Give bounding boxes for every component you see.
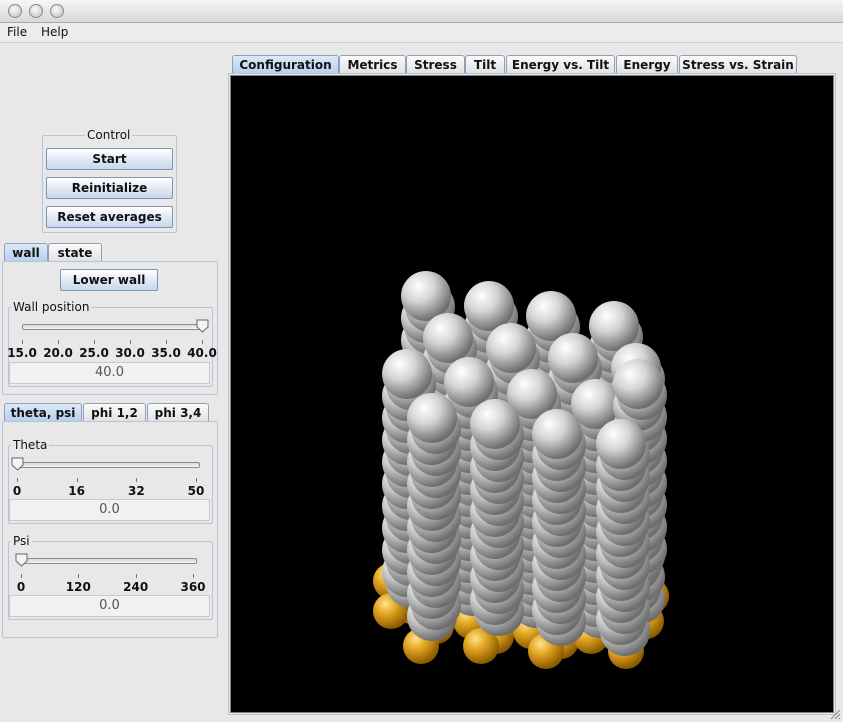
tab-wall[interactable]: wall [4, 243, 48, 261]
theta-tick-mark [196, 478, 197, 482]
psi-tick-label: 360 [180, 580, 206, 594]
psi-tick-mark [21, 574, 22, 578]
theta-slider-thumb[interactable] [11, 457, 24, 471]
zoom-window-button[interactable] [50, 4, 64, 18]
control-group-title: Control [85, 128, 133, 142]
tab-phi-3-4[interactable]: phi 3,4 [147, 403, 209, 421]
wall-tick-label: 15.0 [7, 346, 37, 360]
wall-tick-mark [202, 340, 203, 344]
wall-position-slider-thumb[interactable] [196, 319, 209, 333]
psi-slider-track[interactable] [19, 558, 197, 564]
chain-atom [423, 313, 473, 363]
tab-tilt[interactable]: Tilt [465, 55, 505, 73]
window-titlebar [0, 0, 843, 23]
theta-tick-label: 50 [187, 484, 205, 498]
tab-energy[interactable]: Energy [616, 55, 678, 73]
psi-tick-label: 240 [123, 580, 149, 594]
theta-tick-label: 16 [68, 484, 86, 498]
tab-metrics[interactable]: Metrics [339, 55, 406, 73]
wall-position-slider-track[interactable] [22, 324, 204, 330]
psi-tick-label: 0 [16, 580, 26, 594]
tab-theta-psi[interactable]: theta, psi [4, 403, 82, 421]
molecule-scene [373, 271, 669, 669]
wall-position-value: 40.0 [9, 362, 210, 384]
wall-tick-label: 40.0 [187, 346, 217, 360]
resize-grip-icon[interactable] [829, 708, 841, 720]
wall-tick-mark [58, 340, 59, 344]
tab-state[interactable]: state [48, 243, 102, 261]
theta-tick-label: 32 [127, 484, 145, 498]
chain-atom [407, 393, 457, 443]
wall-tick-label: 25.0 [79, 346, 109, 360]
chain-atom [444, 357, 494, 407]
wall-tick-label: 30.0 [115, 346, 145, 360]
wall-position-title: Wall position [11, 300, 92, 314]
chain-atom [486, 323, 536, 373]
configuration-display[interactable] [230, 75, 834, 713]
wall-tick-mark [130, 340, 131, 344]
lower-wall-button[interactable]: Lower wall [60, 269, 158, 291]
chain-atom [548, 333, 598, 383]
wall-tick-mark [166, 340, 167, 344]
theta-slider-track[interactable] [15, 462, 200, 468]
psi-tick-mark [78, 574, 80, 578]
close-window-button[interactable] [8, 4, 22, 18]
theta-value: 0.0 [9, 499, 210, 521]
menu-help[interactable]: Help [41, 25, 68, 39]
psi-value: 0.0 [9, 595, 210, 617]
psi-title: Psi [11, 534, 32, 548]
tab-configuration[interactable]: Configuration [232, 55, 339, 73]
tab-phi-1-2[interactable]: phi 1,2 [83, 403, 146, 421]
theta-title: Theta [11, 438, 50, 452]
theta-tick-label: 0 [12, 484, 22, 498]
reinitialize-button[interactable]: Reinitialize [46, 177, 173, 199]
chain-atom [382, 349, 432, 399]
theta-tick-mark [17, 478, 18, 482]
menu-bar: File Help [0, 23, 843, 43]
psi-tick-label: 120 [65, 580, 91, 594]
psi-slider-thumb[interactable] [15, 553, 28, 567]
theta-tick-mark [76, 478, 78, 482]
wall-tick-mark [94, 340, 95, 344]
reset-averages-button[interactable]: Reset averages [46, 206, 173, 228]
chain-atom [470, 399, 520, 449]
menu-file[interactable]: File [7, 25, 27, 39]
tab-stress[interactable]: Stress [406, 55, 465, 73]
minimize-window-button[interactable] [29, 4, 43, 18]
theta-tick-mark [136, 478, 138, 482]
tab-stress-vs-strain[interactable]: Stress vs. Strain [679, 55, 797, 73]
psi-tick-mark [135, 574, 137, 578]
wall-tick-label: 20.0 [43, 346, 73, 360]
tab-energy-vs-tilt[interactable]: Energy vs. Tilt [506, 55, 615, 73]
wall-tick-label: 35.0 [151, 346, 181, 360]
chain-atom [596, 419, 646, 469]
wall-tick-mark [22, 340, 23, 344]
start-button[interactable]: Start [46, 148, 173, 170]
chain-atom [613, 359, 663, 409]
chain-atom [532, 409, 582, 459]
psi-tick-mark [193, 574, 194, 578]
